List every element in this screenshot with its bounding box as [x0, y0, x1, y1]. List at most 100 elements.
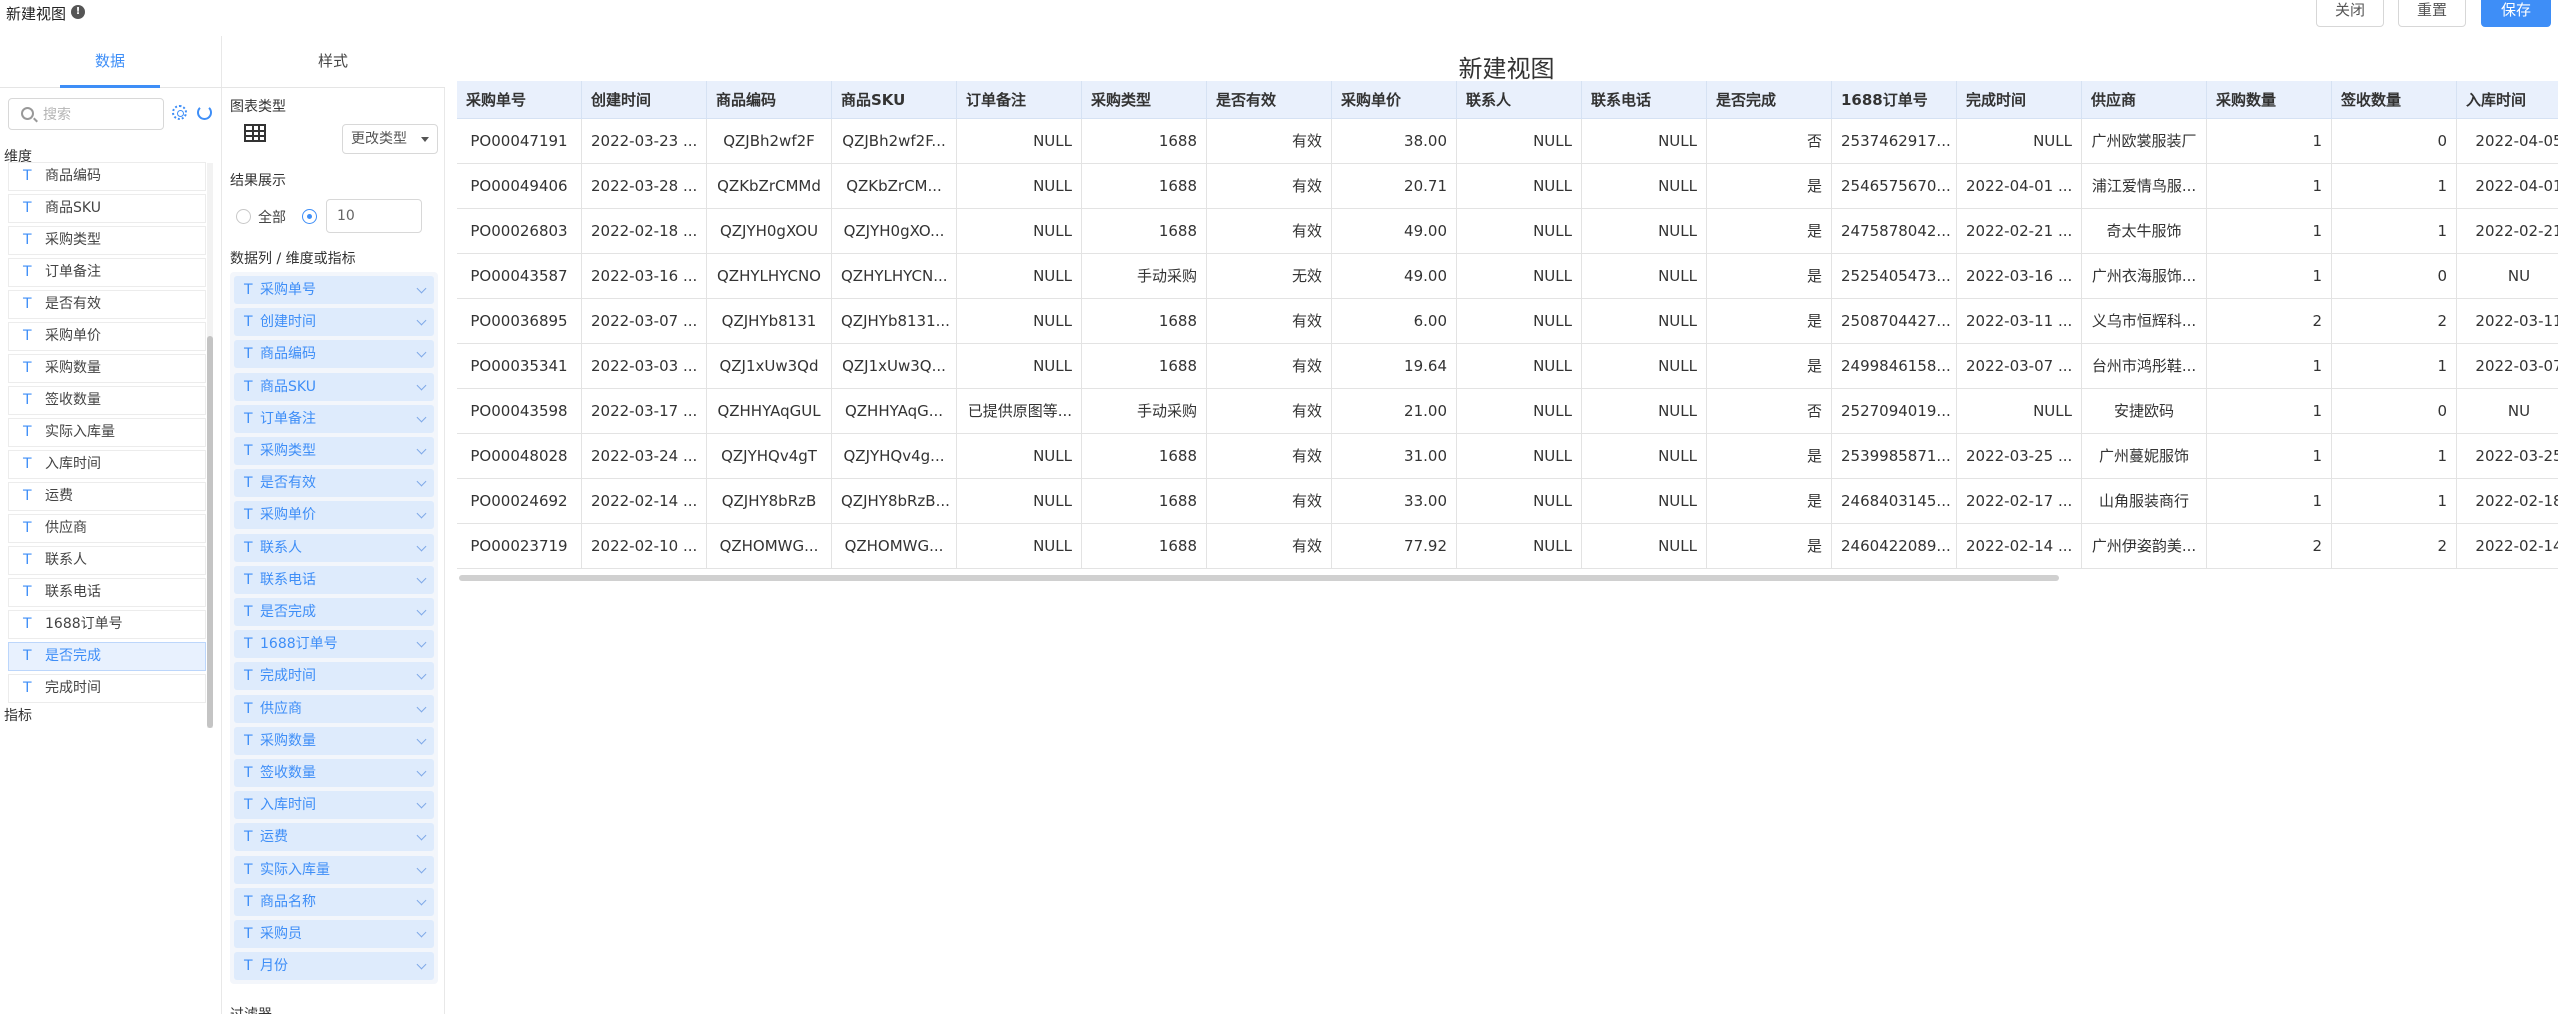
- dimension-scrollbar[interactable]: [207, 336, 213, 728]
- chevron-down-icon[interactable]: [416, 508, 427, 519]
- dimension-item[interactable]: T 联系人: [8, 546, 206, 575]
- chevron-down-icon[interactable]: [416, 347, 427, 358]
- dimension-item[interactable]: T 商品SKU: [8, 194, 206, 223]
- column-header[interactable]: 采购类型: [1082, 81, 1207, 119]
- dimension-item[interactable]: T 商品编码: [8, 162, 206, 191]
- chevron-down-icon[interactable]: [416, 283, 427, 294]
- radio-limit[interactable]: [302, 209, 317, 224]
- chevron-down-icon[interactable]: [416, 380, 427, 391]
- column-header[interactable]: 商品SKU: [832, 81, 957, 119]
- chevron-down-icon[interactable]: [416, 669, 427, 680]
- column-chip[interactable]: T 1688订单号: [234, 630, 434, 659]
- chevron-down-icon[interactable]: [416, 959, 427, 970]
- close-button[interactable]: 关闭: [2316, 0, 2384, 27]
- column-chip[interactable]: T 采购单号: [234, 276, 434, 304]
- chevron-down-icon[interactable]: [416, 895, 427, 906]
- reset-button[interactable]: 重置: [2398, 0, 2466, 27]
- column-chip[interactable]: T 商品编码: [234, 340, 434, 369]
- info-icon[interactable]: !: [71, 5, 85, 19]
- column-chip[interactable]: T 签收数量: [234, 759, 434, 787]
- chevron-down-icon[interactable]: [416, 766, 427, 777]
- column-header[interactable]: 创建时间: [582, 81, 707, 119]
- chevron-down-icon[interactable]: [416, 605, 427, 616]
- column-header[interactable]: 供应商: [2082, 81, 2207, 119]
- column-chip[interactable]: T 运费: [234, 823, 434, 852]
- dimension-item[interactable]: T 是否完成: [8, 642, 206, 671]
- column-header[interactable]: 是否完成: [1707, 81, 1832, 119]
- chevron-down-icon[interactable]: [416, 315, 427, 326]
- column-chip[interactable]: T 是否完成: [234, 598, 434, 626]
- table-row[interactable]: PO00024692 2022-02-14 ... QZJHY8bRzB QZJHY8…: [457, 479, 2558, 524]
- search-input[interactable]: [43, 104, 158, 126]
- column-chip[interactable]: T 供应商: [234, 694, 434, 723]
- table-row[interactable]: PO00048028 2022-03-24 ... QZJYHQv4gT QZJYHQ…: [457, 434, 2558, 479]
- tab-data[interactable]: 数据: [95, 50, 125, 71]
- chevron-down-icon[interactable]: [416, 476, 427, 487]
- table-row[interactable]: PO00047191 2022-03-23 ... QZJBh2wf2F QZJBh2…: [457, 119, 2558, 164]
- chevron-down-icon[interactable]: [416, 830, 427, 841]
- column-chip[interactable]: T 采购员: [234, 920, 434, 948]
- column-header[interactable]: 1688订单号: [1832, 81, 1957, 119]
- dimension-item[interactable]: T 是否有效: [8, 290, 206, 319]
- column-header[interactable]: 订单备注: [957, 81, 1082, 119]
- refresh-icon[interactable]: [197, 105, 212, 120]
- chevron-down-icon[interactable]: [416, 637, 427, 648]
- chevron-down-icon[interactable]: [416, 734, 427, 745]
- table-row[interactable]: PO00043587 2022-03-16 ... QZHYLHYCNO QZHYLH…: [457, 254, 2558, 299]
- column-chip[interactable]: T 是否有效: [234, 469, 434, 498]
- dimension-item[interactable]: T 订单备注: [8, 258, 206, 287]
- tab-style[interactable]: 样式: [318, 50, 348, 71]
- dimension-item[interactable]: T 联系电话: [8, 578, 206, 607]
- column-header[interactable]: 入库时间: [2457, 81, 2558, 119]
- table-chart-icon[interactable]: [244, 124, 266, 142]
- column-chip[interactable]: T 商品SKU: [234, 372, 434, 401]
- column-chip[interactable]: T 联系人: [234, 533, 434, 562]
- radio-all[interactable]: [236, 209, 251, 224]
- column-header[interactable]: 联系电话: [1582, 81, 1707, 119]
- chevron-down-icon[interactable]: [416, 927, 427, 938]
- chevron-down-icon[interactable]: [416, 798, 427, 809]
- column-chip[interactable]: T 月份: [234, 952, 434, 981]
- dimension-item[interactable]: T 采购类型: [8, 226, 206, 255]
- table-row[interactable]: PO00043598 2022-03-17 ... QZHHYAqGUL QZHHYA…: [457, 389, 2558, 434]
- column-chip[interactable]: T 采购类型: [234, 437, 434, 465]
- column-chip[interactable]: T 联系电话: [234, 565, 434, 594]
- column-header[interactable]: 采购单号: [457, 81, 582, 119]
- table-horizontal-scrollbar[interactable]: [459, 575, 2059, 581]
- chevron-down-icon[interactable]: [416, 863, 427, 874]
- chevron-down-icon[interactable]: [416, 541, 427, 552]
- dimension-item[interactable]: T 实际入库量: [8, 418, 206, 447]
- dimension-item[interactable]: T 1688订单号: [8, 610, 206, 639]
- dimension-item[interactable]: T 入库时间: [8, 450, 206, 479]
- column-chip[interactable]: T 创建时间: [234, 308, 434, 337]
- column-header[interactable]: 采购单价: [1332, 81, 1457, 119]
- dimension-item[interactable]: T 完成时间: [8, 674, 206, 703]
- dimension-item[interactable]: T 运费: [8, 482, 206, 511]
- column-chip[interactable]: T 完成时间: [234, 662, 434, 691]
- table-row[interactable]: PO00049406 2022-03-28 ... QZKbZrCMMd QZKbZr…: [457, 164, 2558, 209]
- dimension-item[interactable]: T 采购数量: [8, 354, 206, 383]
- column-chip[interactable]: T 订单备注: [234, 404, 434, 433]
- change-type-select[interactable]: 更改类型: [342, 124, 438, 154]
- column-chip[interactable]: T 入库时间: [234, 791, 434, 820]
- column-chip[interactable]: T 实际入库量: [234, 855, 434, 884]
- column-header[interactable]: 签收数量: [2332, 81, 2457, 119]
- table-row[interactable]: PO00026803 2022-02-18 ... QZJYH0gXOU QZJYH0…: [457, 209, 2558, 254]
- dimension-item[interactable]: T 采购单价: [8, 322, 206, 351]
- table-row[interactable]: PO00036895 2022-03-07 ... QZJHYb8131 QZJHYb…: [457, 299, 2558, 344]
- search-box[interactable]: [8, 98, 164, 130]
- dimension-item[interactable]: T 签收数量: [8, 386, 206, 415]
- column-header[interactable]: 联系人: [1457, 81, 1582, 119]
- table-row[interactable]: PO00035341 2022-03-03 ... QZJ1xUw3Qd QZJ1xU…: [457, 344, 2558, 389]
- chevron-down-icon[interactable]: [416, 444, 427, 455]
- column-header[interactable]: 商品编码: [707, 81, 832, 119]
- column-chip[interactable]: T 商品名称: [234, 887, 434, 916]
- column-header[interactable]: 采购数量: [2207, 81, 2332, 119]
- column-header[interactable]: 是否有效: [1207, 81, 1332, 119]
- chevron-down-icon[interactable]: [416, 702, 427, 713]
- table-row[interactable]: PO00023719 2022-02-10 ... QZHOMWG... QZHOMW…: [457, 524, 2558, 569]
- column-header[interactable]: 完成时间: [1957, 81, 2082, 119]
- chevron-down-icon[interactable]: [416, 573, 427, 584]
- row-limit-input[interactable]: 10: [326, 199, 422, 233]
- column-chip[interactable]: T 采购单价: [234, 501, 434, 530]
